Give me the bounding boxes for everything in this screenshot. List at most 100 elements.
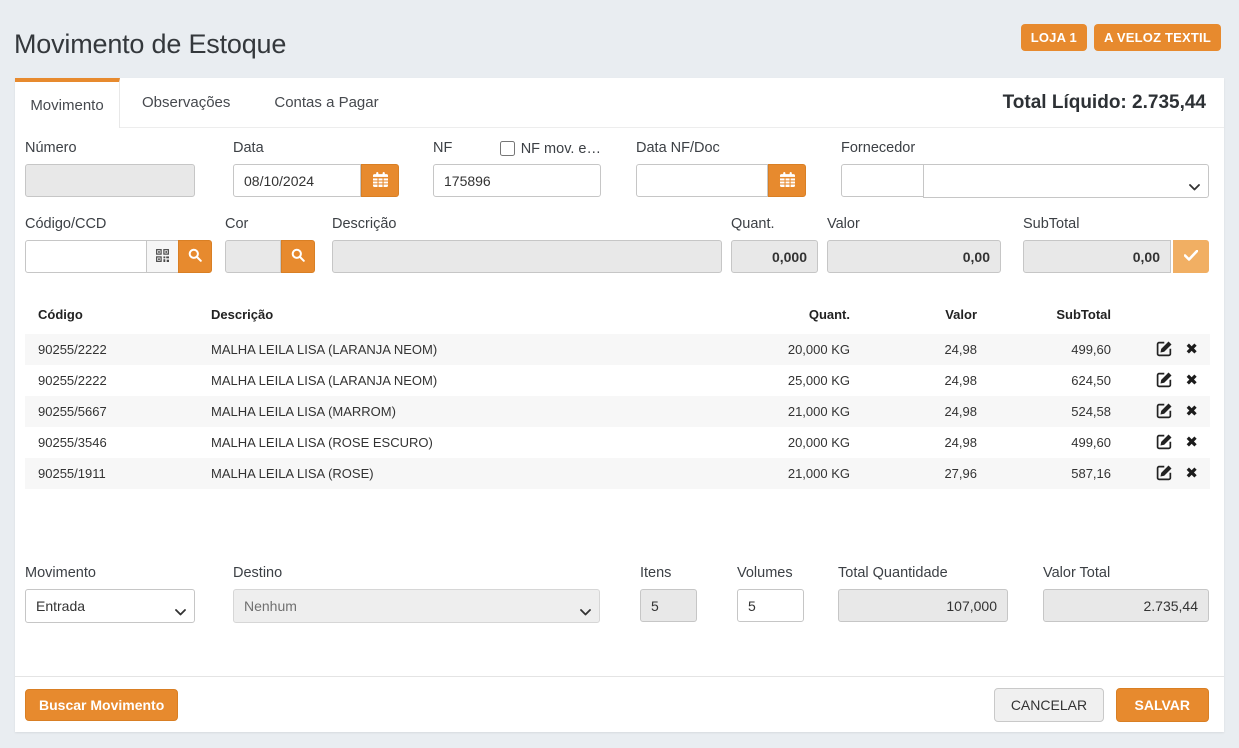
delete-row-button[interactable]: ✖ [1185,466,1198,481]
cell-valor: 27,96 [860,458,987,489]
field-valor: Valor [827,217,1001,273]
edit-row-button[interactable] [1156,340,1173,360]
codigo-ccd-input[interactable] [25,240,147,273]
cell-codigo: 90255/2222 [25,365,198,396]
data-calendar-button[interactable] [361,164,399,197]
nf-mov-checkbox-wrap[interactable]: NF mov. e… [500,141,601,157]
nf-mov-checkbox[interactable] [500,141,515,156]
delete-row-button[interactable]: ✖ [1185,342,1198,357]
valor-label: Valor [827,217,1001,232]
fornecedor-select[interactable] [923,164,1209,198]
pencil-square-icon [1156,340,1173,360]
movimento-select[interactable]: Entrada [25,589,195,623]
cell-descricao: MALHA LEILA LISA (MARROM) [198,396,710,427]
edit-row-button[interactable] [1156,464,1173,484]
col-subtotal: SubTotal [987,298,1121,334]
tab-observacoes[interactable]: Observações [120,78,252,127]
field-fornecedor: Fornecedor [841,141,1209,198]
field-volumes: Volumes [737,566,804,623]
field-cor: Cor [225,217,315,273]
pencil-square-icon [1156,464,1173,484]
cell-actions: ✖ [1121,334,1210,365]
cell-subtotal: 624,50 [987,365,1121,396]
delete-row-button[interactable]: ✖ [1185,373,1198,388]
tab-movimento[interactable]: Movimento [15,78,120,128]
card-footer: Buscar Movimento CANCELAR SALVAR [15,676,1224,732]
pencil-square-icon [1156,402,1173,422]
items-table-header: Código Descrição Quant. Valor SubTotal [25,298,1210,334]
total-quantidade-input [838,589,1008,622]
field-numero: Número [25,141,195,198]
data-nf-doc-calendar-button[interactable] [768,164,806,197]
movement-card: Movimento Observações Contas a Pagar Tot… [15,78,1224,732]
cell-actions: ✖ [1121,365,1210,396]
col-quant: Quant. [710,298,860,334]
cell-descricao: MALHA LEILA LISA (LARANJA NEOM) [198,365,710,396]
salvar-button[interactable]: SALVAR [1116,688,1209,722]
data-input[interactable] [233,164,361,197]
cor-search-button[interactable] [281,240,315,273]
field-itens: Itens [640,566,697,623]
cell-valor: 24,98 [860,396,987,427]
cell-codigo: 90255/2222 [25,334,198,365]
edit-row-button[interactable] [1156,402,1173,422]
confirm-item-button[interactable] [1173,240,1209,273]
nf-label: NF [433,141,452,156]
cell-actions: ✖ [1121,427,1210,458]
field-destino: Destino Nenhum [233,566,600,623]
store-badge-loja[interactable]: LOJA 1 [1021,24,1087,51]
check-icon [1184,249,1198,264]
total-liquido: Total Líquido: 2.735,44 [1003,92,1206,114]
page-title: Movimento de Estoque [14,29,286,60]
cell-quant: 20,000 KG [710,427,860,458]
fornecedor-code-input[interactable] [841,164,924,197]
cor-input [225,240,281,273]
table-row: 90255/1911 MALHA LEILA LISA (ROSE) 21,00… [25,458,1210,489]
fornecedor-label: Fornecedor [841,141,1209,156]
barcode-scan-button[interactable] [147,240,178,273]
edit-row-button[interactable] [1156,371,1173,391]
data-nf-doc-input[interactable] [636,164,768,197]
descricao-label: Descrição [332,217,722,232]
codigo-search-button[interactable] [178,240,212,273]
field-movimento: Movimento Entrada [25,566,195,623]
cell-codigo: 90255/5667 [25,396,198,427]
delete-row-button[interactable]: ✖ [1185,435,1198,450]
delete-row-button[interactable]: ✖ [1185,404,1198,419]
nf-mov-checkbox-label[interactable]: NF mov. e… [521,141,601,157]
field-quant: Quant. [731,217,818,273]
cell-codigo: 90255/1911 [25,458,198,489]
destino-label: Destino [233,566,600,581]
nf-input[interactable] [433,164,601,197]
edit-row-button[interactable] [1156,433,1173,453]
tab-content: Número Data NF [15,128,1224,732]
buscar-movimento-button[interactable]: Buscar Movimento [25,689,178,721]
form-row-1: Número Data NF [25,141,1209,198]
cell-descricao: MALHA LEILA LISA (LARANJA NEOM) [198,334,710,365]
store-badges: LOJA 1 A VELOZ TEXTIL [1021,24,1221,51]
volumes-input[interactable] [737,589,804,622]
valor-total-input [1043,589,1209,622]
total-quantidade-label: Total Quantidade [838,566,1008,581]
col-descricao: Descrição [198,298,710,334]
subtotal-input [1023,240,1171,273]
search-icon [291,248,305,265]
cell-valor: 24,98 [860,427,987,458]
descricao-input [332,240,722,273]
numero-input [25,164,195,197]
valor-total-label: Valor Total [1043,566,1209,581]
cell-subtotal: 499,60 [987,427,1121,458]
total-liquido-label: Total Líquido: [1003,92,1127,113]
itens-input [640,589,697,622]
table-row: 90255/5667 MALHA LEILA LISA (MARROM) 21,… [25,396,1210,427]
cancelar-button[interactable]: CANCELAR [994,688,1104,722]
tab-contas-a-pagar[interactable]: Contas a Pagar [252,78,400,127]
field-data: Data [233,141,399,198]
destino-select: Nenhum [233,589,600,623]
codigo-ccd-label: Código/CCD [25,217,212,232]
company-badge[interactable]: A VELOZ TEXTIL [1094,24,1221,51]
cell-valor: 24,98 [860,334,987,365]
search-icon [188,248,202,265]
itens-label: Itens [640,566,697,581]
col-actions [1121,298,1210,334]
